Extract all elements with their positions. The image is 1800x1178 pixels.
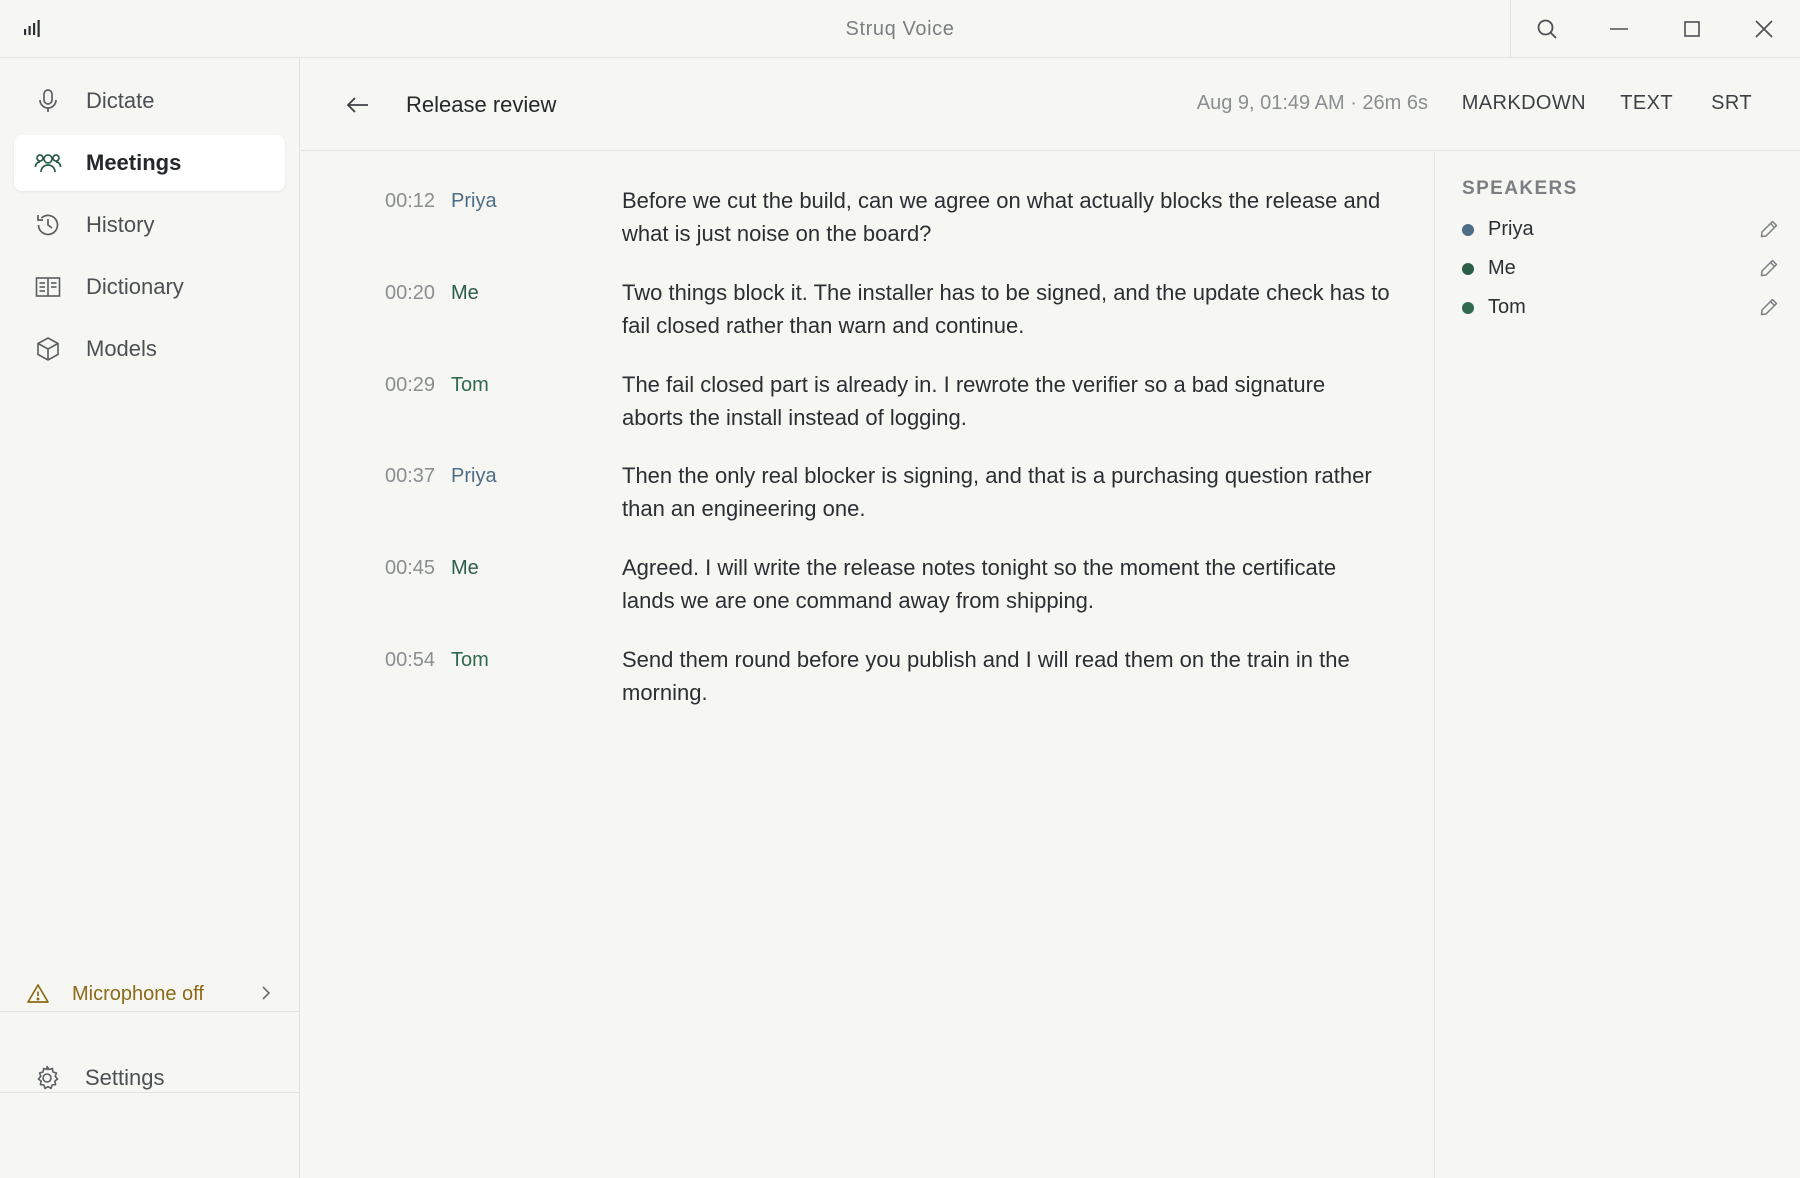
speaker-row: Me: [1462, 253, 1780, 283]
back-arrow-icon[interactable]: [345, 92, 371, 118]
sidebar-item-history[interactable]: History: [14, 197, 285, 253]
segment-timestamp[interactable]: 00:45: [385, 557, 435, 580]
pencil-icon[interactable]: [1758, 218, 1780, 240]
export-text-button[interactable]: TEXT: [1620, 92, 1673, 115]
title-bar: Struq Voice: [0, 0, 1800, 58]
book-icon: [34, 273, 62, 301]
pencil-icon[interactable]: [1758, 257, 1780, 279]
minimize-icon: [1610, 28, 1629, 30]
segment-speaker: Me: [451, 557, 479, 579]
maximize-icon: [1683, 21, 1700, 37]
speaker-color-dot: [1462, 224, 1474, 236]
segment-speaker: Me: [451, 282, 479, 304]
maximize-button[interactable]: [1656, 0, 1728, 58]
microphone-icon: [34, 87, 62, 115]
settings-button[interactable]: Settings: [0, 1035, 300, 1120]
speaker-row: Tom: [1462, 292, 1780, 322]
speaker-color-dot: [1462, 263, 1474, 275]
sidebar-item-label: History: [86, 212, 155, 237]
segment-text: The fail closed part is already in. I re…: [622, 372, 1326, 430]
segment-speaker: Priya: [451, 465, 497, 487]
sidebar-item-dictionary[interactable]: Dictionary: [14, 259, 285, 315]
speakers-panel: SPEAKERS Priya Me Tom: [1434, 152, 1800, 1178]
sidebar-item-label: Dictionary: [86, 274, 184, 299]
speaker-color-dot: [1462, 302, 1474, 314]
segment-timestamp[interactable]: 00:54: [385, 649, 435, 672]
speaker-name: Priya: [1488, 218, 1534, 240]
page-title: Release review: [406, 92, 557, 117]
segment-text: Before we cut the build, can we agree on…: [622, 188, 1381, 246]
cube-icon: [34, 335, 62, 363]
sidebar-item-models[interactable]: Models: [14, 321, 285, 377]
window-controls: [1510, 0, 1800, 58]
microphone-off-warning[interactable]: Microphone off: [0, 954, 300, 1034]
meeting-meta: Aug 9, 01:49 AM · 26m 6s: [1196, 92, 1428, 114]
sidebar-item-label: Models: [86, 336, 157, 361]
sidebar: Dictate Meetings History Dictionary Mode…: [0, 58, 300, 1178]
history-icon: [34, 211, 62, 239]
sidebar-item-meetings[interactable]: Meetings: [14, 135, 285, 191]
meeting-header: Release review Aug 9, 01:49 AM · 26m 6s …: [301, 58, 1800, 151]
settings-label: Settings: [85, 1064, 165, 1090]
segment-text: Send them round before you publish and I…: [622, 647, 1350, 705]
speakers-heading: SPEAKERS: [1462, 178, 1578, 199]
segment-timestamp[interactable]: 00:12: [385, 190, 435, 213]
close-icon: [1755, 20, 1773, 38]
segment-text: Agreed. I will write the release notes t…: [622, 555, 1337, 613]
microphone-off-label: Microphone off: [72, 982, 204, 1005]
segment-speaker: Priya: [451, 190, 497, 212]
segment-text: Two things block it. The installer has t…: [622, 280, 1390, 338]
export-srt-button[interactable]: SRT: [1711, 92, 1752, 115]
segment-timestamp[interactable]: 00:29: [385, 374, 435, 397]
sidebar-item-dictate[interactable]: Dictate: [14, 73, 285, 129]
speaker-name: Tom: [1488, 296, 1526, 318]
people-icon: [34, 149, 62, 177]
chevron-right-icon: [262, 986, 271, 1000]
search-icon: [1537, 19, 1557, 39]
segment-timestamp[interactable]: 00:20: [385, 282, 435, 305]
export-markdown-button[interactable]: MARKDOWN: [1462, 92, 1586, 115]
speaker-name: Me: [1488, 257, 1516, 279]
segment-speaker: Tom: [451, 649, 489, 671]
segment-text: Then the only real blocker is signing, a…: [622, 463, 1372, 521]
search-button[interactable]: [1511, 0, 1583, 58]
gear-icon: [37, 1065, 59, 1089]
pencil-icon[interactable]: [1758, 296, 1780, 318]
sidebar-item-label: Dictate: [86, 88, 155, 113]
warning-icon: [27, 984, 49, 1003]
minimize-button[interactable]: [1583, 0, 1655, 58]
speaker-row: Priya: [1462, 214, 1780, 244]
close-button[interactable]: [1728, 0, 1800, 58]
segment-speaker: Tom: [451, 374, 489, 396]
sidebar-item-label: Meetings: [86, 150, 182, 175]
segment-timestamp[interactable]: 00:37: [385, 465, 435, 488]
transcript: 00:12 Priya Before we cut the build, can…: [301, 152, 1434, 1178]
